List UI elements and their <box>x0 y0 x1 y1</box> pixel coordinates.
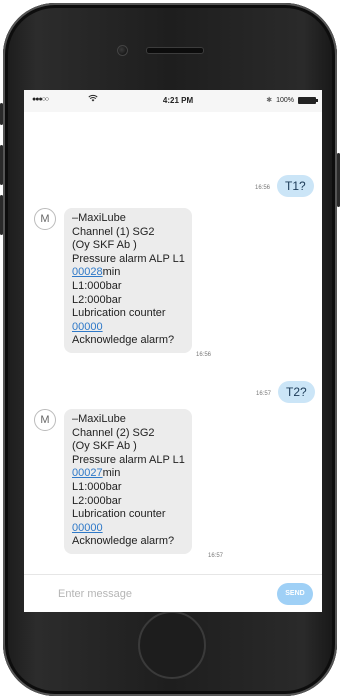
volume-up-button <box>0 145 3 185</box>
message-input[interactable] <box>58 586 258 602</box>
message-line: Lubrication counter <box>72 307 166 320</box>
bluetooth-icon: ✱ <box>266 97 273 104</box>
message-line: L2:000bar <box>72 293 122 306</box>
sender-avatar: M <box>34 208 56 230</box>
number-link[interactable]: 00000 <box>72 522 103 534</box>
message-line: (Oy SKF Ab ) <box>72 239 137 252</box>
battery-percent: 100% <box>276 96 294 104</box>
incoming-message[interactable]: –MaxiLube Channel (1) SG2 (Oy SKF Ab ) P… <box>64 208 192 353</box>
number-link[interactable]: 00000 <box>72 321 103 333</box>
message-line: Channel (2) SG2 <box>72 426 155 439</box>
message-time: 16:56 <box>255 185 271 191</box>
message-time: 16:56 <box>196 352 212 358</box>
signal-strength-icon: ●●●○○ <box>32 96 49 103</box>
message-line: –MaxiLube <box>72 413 126 425</box>
sender-avatar: M <box>34 409 56 431</box>
message-line: Channel (1) SG2 <box>72 225 155 238</box>
number-link[interactable]: 00028 <box>72 266 103 278</box>
message-line: Pressure alarm ALP L1 <box>72 252 185 265</box>
outgoing-message[interactable]: T2? <box>278 381 315 403</box>
message-time: 16:57 <box>208 553 224 559</box>
message-time: 16:57 <box>256 391 272 397</box>
message-line: Pressure alarm ALP L1 <box>72 453 185 466</box>
message-line: L2:000bar <box>72 494 122 507</box>
message-thread[interactable]: 16:56 T1? M –MaxiLube Channel (1) SG2 (O… <box>24 112 322 574</box>
status-time: 4:21 PM <box>162 96 194 105</box>
message-line-suffix: min <box>102 266 121 279</box>
wifi-icon <box>88 94 98 104</box>
message-line: 00027min <box>72 467 184 481</box>
send-button[interactable]: SEND <box>277 583 313 605</box>
message-line: L1:000bar <box>72 279 122 292</box>
number-link[interactable]: 00027 <box>72 467 103 479</box>
message-line: Acknowledge alarm? <box>72 334 175 347</box>
incoming-message[interactable]: –MaxiLube Channel (2) SG2 (Oy SKF Ab ) P… <box>64 409 192 554</box>
outgoing-message[interactable]: T1? <box>277 175 314 197</box>
silent-switch <box>0 103 3 125</box>
message-line: 00000 <box>72 522 184 536</box>
home-button[interactable] <box>138 611 206 679</box>
message-line: –MaxiLube <box>72 212 126 224</box>
message-line: L1:000bar <box>72 480 122 493</box>
message-line: 00028min <box>72 266 184 280</box>
battery-icon <box>298 96 318 104</box>
message-line: Lubrication counter <box>72 508 166 521</box>
message-line: Acknowledge alarm? <box>72 535 175 548</box>
status-bar: ●●●○○ 4:21 PM ✱ 100% <box>24 90 322 112</box>
message-line-suffix: min <box>102 467 121 480</box>
phone-screen: ●●●○○ 4:21 PM ✱ 100% 16:56 T1? M –MaxiLu… <box>24 90 322 612</box>
compose-bar: SEND <box>24 574 322 612</box>
earpiece-speaker <box>146 47 204 54</box>
message-line: 00000 <box>72 321 184 335</box>
message-line: (Oy SKF Ab ) <box>72 440 137 453</box>
volume-down-button <box>0 195 3 235</box>
front-camera-icon <box>117 45 128 56</box>
